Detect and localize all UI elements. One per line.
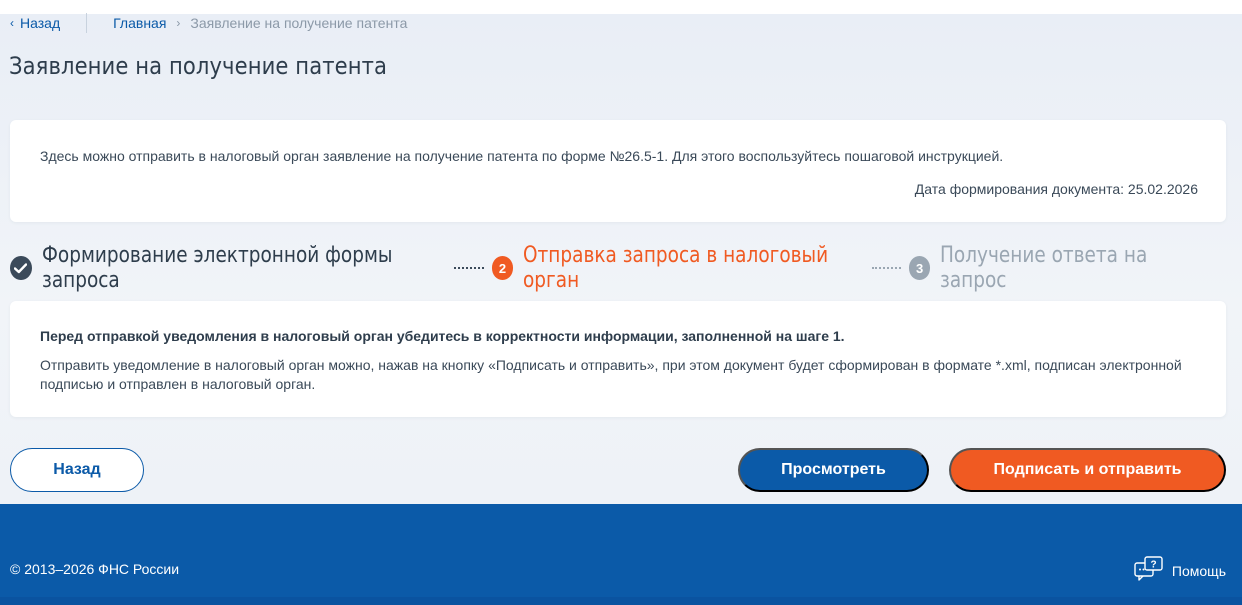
step-3: 3 Получение ответа на запрос xyxy=(909,243,1242,293)
note-heading: Перед отправкой уведомления в налоговый … xyxy=(40,328,845,344)
step-2-label: Отправка запроса в налоговый орган xyxy=(523,243,856,293)
footer: © 2013–2026 ФНС России ? Помощь xyxy=(0,504,1242,605)
breadcrumb-back-label: Назад xyxy=(20,15,60,31)
help-label: Помощь xyxy=(1172,563,1226,579)
info-card: Здесь можно отправить в налоговый орган … xyxy=(10,120,1226,222)
step-2: 2 Отправка запроса в налоговый орган xyxy=(492,243,920,293)
breadcrumb-back-link[interactable]: ‹ Назад xyxy=(10,15,60,31)
copyright: © 2013–2026 ФНС России xyxy=(10,561,179,577)
checkmark-icon xyxy=(10,256,32,280)
info-text: Здесь можно отправить в налоговый орган … xyxy=(40,148,1003,164)
step-connector xyxy=(872,267,901,269)
chevron-left-icon: ‹ xyxy=(10,16,14,30)
step-3-label: Получение ответа на запрос xyxy=(940,243,1193,293)
help-icon: ? xyxy=(1134,556,1164,585)
step-1: Формирование электронной формы запроса xyxy=(10,243,510,293)
breadcrumb-current: Заявление на получение патента xyxy=(190,15,407,31)
page-title: Заявление на получение патента xyxy=(9,52,387,80)
breadcrumb: ‹ Назад Главная › Заявление на получение… xyxy=(10,14,407,32)
stepper: Формирование электронной формы запроса 2… xyxy=(10,254,1242,282)
breadcrumb-divider xyxy=(86,13,87,33)
back-button[interactable]: Назад xyxy=(10,448,144,492)
breadcrumb-home-link[interactable]: Главная xyxy=(113,15,166,31)
step-connector xyxy=(454,267,483,269)
note-text: Отправить уведомление в налоговый орган … xyxy=(40,356,1200,394)
note-card: Перед отправкой уведомления в налоговый … xyxy=(10,301,1226,417)
help-link[interactable]: ? Помощь xyxy=(1134,556,1226,585)
document-date: Дата формирования документа: 25.02.2026 xyxy=(915,181,1198,197)
preview-button[interactable]: Просмотреть xyxy=(738,448,929,492)
step-3-number: 3 xyxy=(909,256,931,280)
svg-text:?: ? xyxy=(1150,560,1156,571)
sign-and-send-button[interactable]: Подписать и отправить xyxy=(949,448,1226,492)
footer-strip xyxy=(0,597,1242,605)
step-2-number: 2 xyxy=(492,256,514,280)
step-1-label: Формирование электронной формы запроса xyxy=(42,243,436,293)
top-bar xyxy=(0,0,1242,14)
chevron-right-icon: › xyxy=(176,16,180,30)
